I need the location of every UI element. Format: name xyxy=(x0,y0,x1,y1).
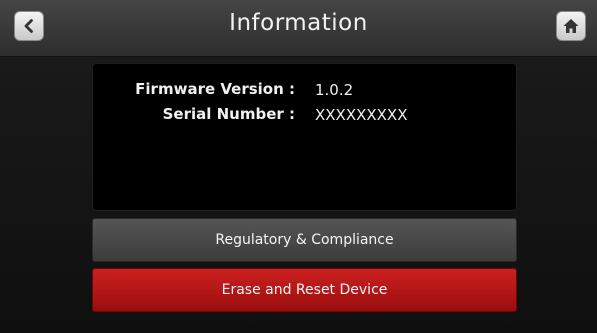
top-bar: Information xyxy=(0,0,597,57)
erase-reset-label: Erase and Reset Device xyxy=(221,282,388,298)
home-icon xyxy=(563,19,579,33)
information-screen: Information Firmware Version : 1.0.2 Ser… xyxy=(0,0,597,333)
regulatory-compliance-label: Regulatory & Compliance xyxy=(215,232,394,248)
erase-reset-button[interactable]: Erase and Reset Device xyxy=(92,268,517,312)
device-info-panel: Firmware Version : 1.0.2 Serial Number :… xyxy=(92,63,517,211)
home-button[interactable] xyxy=(556,11,586,41)
firmware-value: 1.0.2 xyxy=(315,81,354,99)
firmware-row: Firmware Version : 1.0.2 xyxy=(93,80,516,102)
serial-row: Serial Number : XXXXXXXXX xyxy=(93,105,516,127)
regulatory-compliance-button[interactable]: Regulatory & Compliance xyxy=(92,218,517,262)
serial-value: XXXXXXXXX xyxy=(315,106,408,124)
page-title: Information xyxy=(229,10,368,36)
firmware-label: Firmware Version : xyxy=(135,80,295,98)
serial-label: Serial Number : xyxy=(162,105,295,123)
